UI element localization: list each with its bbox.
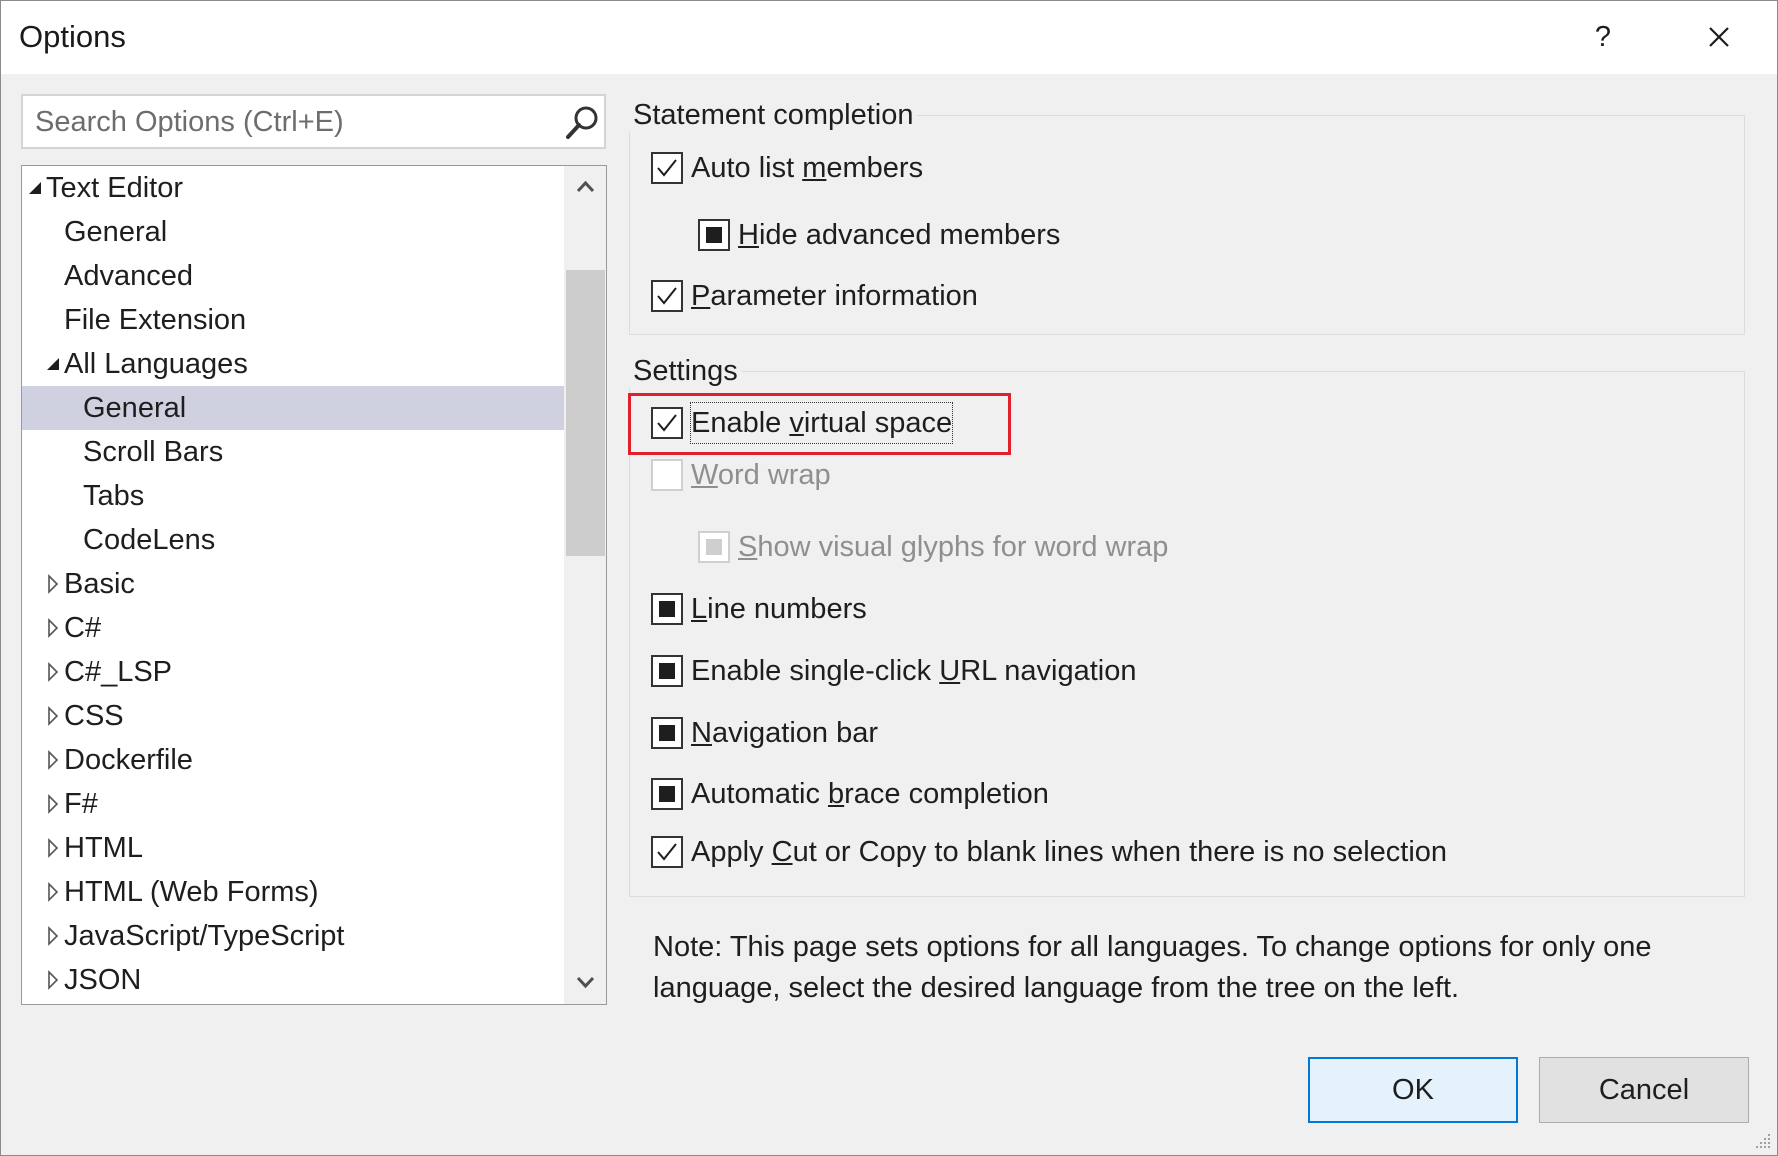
options-tree[interactable]: Text Editor General Advanced File Extension… [21, 165, 607, 1005]
scroll-thumb[interactable] [566, 270, 605, 556]
tree-item[interactable]: C# [22, 606, 564, 650]
help-button[interactable]: ? [1581, 13, 1625, 61]
option-label: Hide advanced members [738, 219, 1061, 251]
dialog-title: Options [19, 19, 126, 54]
checkbox-indeterminate-icon [651, 717, 683, 749]
checkbox-checked-icon [651, 280, 683, 312]
tree-item-label: Basic [64, 568, 135, 600]
scroll-down-button[interactable] [564, 960, 606, 1004]
tree-item-label: CSS [64, 700, 124, 732]
tree-item[interactable]: C#_LSP [22, 650, 564, 694]
checkbox-checked-icon [651, 836, 683, 868]
collapsed-arrow-icon[interactable] [44, 958, 64, 1002]
tree-item[interactable]: JSON [22, 958, 564, 1002]
tree-item[interactable]: JavaScript/TypeScript [22, 914, 564, 958]
checkbox-checked-icon [651, 152, 683, 184]
tree-item[interactable]: Tabs [22, 474, 564, 518]
tree-item-label: C# [64, 612, 102, 644]
tree-item[interactable]: Text Editor [22, 166, 564, 210]
tree-item-label: JSON [64, 964, 142, 996]
tree-item[interactable]: General [22, 210, 564, 254]
title-bar: Options ? [1, 1, 1777, 74]
tree-item-label: General [83, 392, 187, 424]
tree-item-label: C#_LSP [64, 656, 173, 688]
expanded-arrow-icon[interactable] [44, 342, 64, 386]
tree-item-label: All Languages [64, 348, 248, 380]
cancel-button[interactable]: Cancel [1539, 1057, 1749, 1123]
tree-item-label: File Extension [64, 304, 247, 336]
tree-item[interactable]: Advanced [22, 254, 564, 298]
tree-item-label: Dockerfile [64, 744, 193, 776]
checkbox-indeterminate-icon [651, 655, 683, 687]
tree-item[interactable]: File Extension [22, 298, 564, 342]
option-label: Enable single-click URL navigation [691, 655, 1137, 687]
tree-item-label: HTML [64, 832, 143, 864]
collapsed-arrow-icon[interactable] [44, 914, 64, 958]
chevron-down-icon [576, 976, 595, 989]
option-label: Navigation bar [691, 717, 879, 749]
tree-item[interactable]: Scroll Bars [22, 430, 564, 474]
tree-item-label: Tabs [83, 480, 145, 512]
collapsed-arrow-icon[interactable] [44, 738, 64, 782]
tree-item[interactable]: CSS [22, 694, 564, 738]
option-label: Parameter information [691, 280, 978, 312]
tree-item-label: F# [64, 788, 98, 820]
option-label: Automatic brace completion [691, 778, 1049, 810]
tree-item[interactable]: Basic [22, 562, 564, 606]
collapsed-arrow-icon[interactable] [44, 562, 64, 606]
checkbox-indeterminate-icon [651, 778, 683, 810]
option-label: Word wrap [691, 459, 831, 491]
expanded-arrow-icon[interactable] [26, 166, 46, 210]
checkbox-indeterminate-icon [698, 219, 730, 251]
collapsed-arrow-icon[interactable] [44, 826, 64, 870]
tree-item[interactable]: F# [22, 782, 564, 826]
tree-item-label: General [64, 216, 168, 248]
collapsed-arrow-icon[interactable] [44, 870, 64, 914]
collapsed-arrow-icon[interactable] [44, 694, 64, 738]
statement-completion-title: Statement completion [629, 99, 918, 132]
tree-item-label: Scroll Bars [83, 436, 224, 468]
tree-item[interactable]: General [22, 386, 564, 430]
scroll-up-button[interactable] [564, 166, 606, 210]
search-input[interactable] [33, 104, 543, 140]
collapsed-arrow-icon[interactable] [44, 606, 64, 650]
tree-item-label: Text Editor [46, 172, 183, 204]
tree-item-label: CodeLens [83, 524, 216, 556]
tree-item-label: Advanced [64, 260, 193, 292]
close-button[interactable] [1691, 13, 1747, 61]
ok-button[interactable]: OK [1308, 1057, 1518, 1123]
tree-item[interactable]: HTML [22, 826, 564, 870]
search-icon[interactable] [563, 104, 601, 142]
tree-scrollbar[interactable] [564, 166, 606, 1004]
checkbox-indeterminate-icon [698, 531, 730, 563]
highlight-box [628, 393, 1011, 455]
collapsed-arrow-icon[interactable] [44, 650, 64, 694]
close-icon [1709, 27, 1729, 47]
option-label: Auto list members [691, 152, 924, 184]
settings-title: Settings [629, 355, 742, 388]
option-label: Line numbers [691, 593, 867, 625]
option-label: Show visual glyphs for word wrap [738, 531, 1169, 563]
collapsed-arrow-icon[interactable] [44, 782, 64, 826]
note-text: Note: This page sets options for all lan… [653, 931, 1652, 1004]
tree-item[interactable]: CodeLens [22, 518, 564, 562]
checkbox-unchecked-icon [651, 459, 683, 491]
checkbox-indeterminate-icon [651, 593, 683, 625]
tree-item-label: JavaScript/TypeScript [64, 920, 345, 952]
resize-grip-icon[interactable] [1753, 1131, 1773, 1151]
tree-item[interactable]: HTML (Web Forms) [22, 870, 564, 914]
options-dialog: Options ? Text Editor General Advanced File… [0, 0, 1778, 1156]
search-box [21, 94, 606, 149]
tree-item[interactable]: All Languages [22, 342, 564, 386]
tree-item-label: HTML (Web Forms) [64, 876, 319, 908]
chevron-up-icon [576, 180, 595, 193]
option-label: Apply Cut or Copy to blank lines when th… [691, 836, 1448, 868]
tree-item[interactable]: Dockerfile [22, 738, 564, 782]
